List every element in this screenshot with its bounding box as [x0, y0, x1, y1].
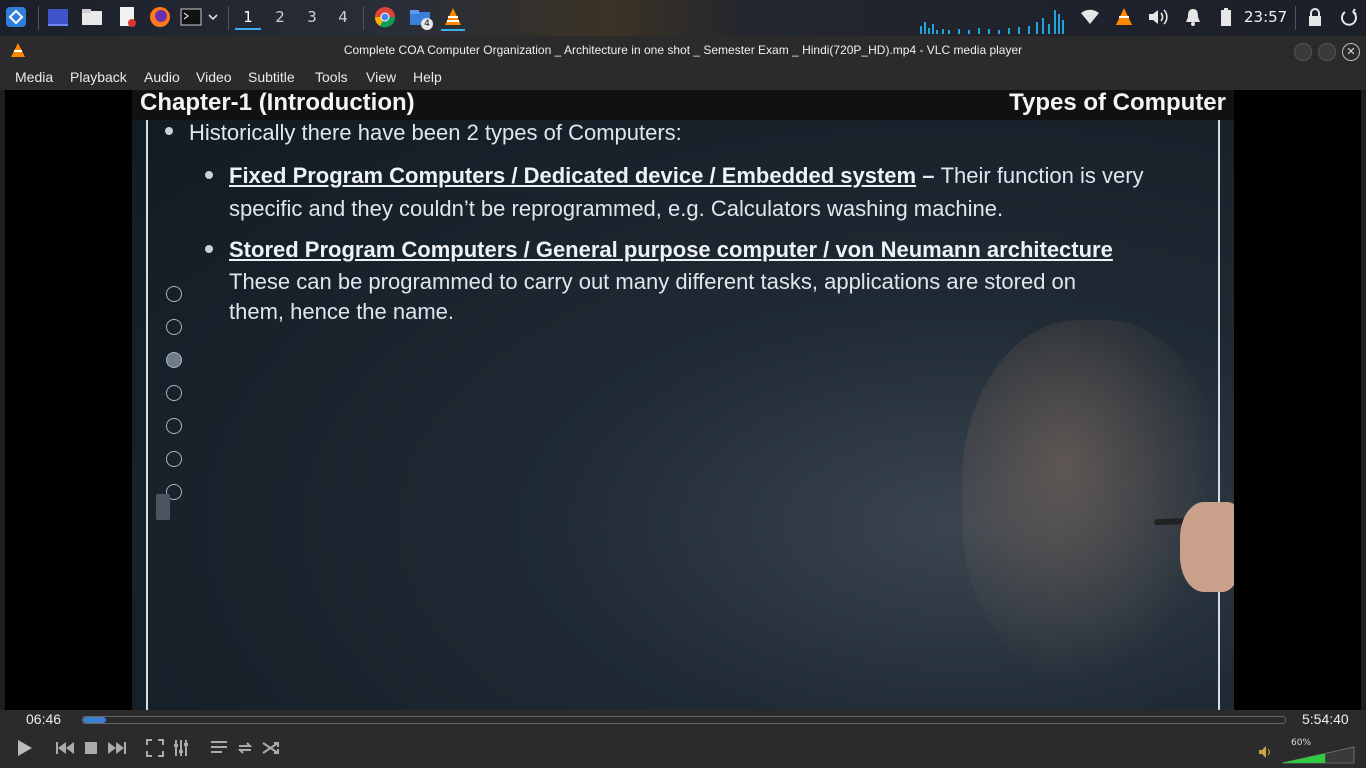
close-button[interactable]: ✕	[1342, 43, 1360, 61]
slide-item-1-text: Their function is very	[940, 163, 1144, 188]
seek-row: 06:46 5:54:40	[0, 710, 1366, 730]
elapsed-time[interactable]: 06:46	[26, 711, 61, 727]
back-tool-icon	[166, 319, 182, 335]
bell-icon[interactable]	[1181, 5, 1205, 29]
minimize-button[interactable]	[1294, 43, 1312, 61]
chevron-down-icon[interactable]	[203, 5, 223, 29]
slide-item-1-heading: Fixed Program Computers / Dedicated devi…	[229, 163, 917, 188]
slide-item-1-line-2: specific and they couldn’t be reprogramm…	[229, 196, 1004, 221]
speaker-icon[interactable]	[1258, 744, 1274, 763]
more-tool-icon	[166, 451, 182, 467]
file-manager-icon[interactable]	[80, 5, 104, 29]
next-button[interactable]	[105, 736, 129, 760]
panel-separator	[1295, 6, 1296, 30]
workspace-1[interactable]: 1	[235, 6, 261, 30]
side-drawer-handle-icon	[156, 494, 170, 520]
window-titlebar[interactable]: Complete COA Computer Organization _ Arc…	[0, 36, 1366, 66]
bullet	[205, 245, 213, 253]
vlc-tray-icon[interactable]	[1112, 5, 1136, 29]
vlc-icon[interactable]	[441, 5, 465, 31]
presenter-hand	[1180, 502, 1234, 592]
play-button[interactable]	[11, 735, 37, 761]
maximize-button[interactable]	[1318, 43, 1336, 61]
slide-item-2-line-1: These can be programmed to carry out man…	[229, 269, 1077, 294]
stop-button[interactable]	[79, 736, 103, 760]
pen-tool-icon	[166, 352, 182, 368]
play-tool-icon	[166, 286, 182, 302]
video-area[interactable]: Chapter-1 (Introduction) Types of Comput…	[5, 90, 1361, 710]
firefox-icon[interactable]	[148, 5, 172, 29]
system-panel: 1 2 3 4 4 23:57	[0, 0, 1366, 36]
previous-button[interactable]	[53, 736, 77, 760]
power-icon[interactable]	[1337, 5, 1361, 29]
shuffle-button[interactable]	[259, 736, 283, 760]
volume-slider[interactable]	[1281, 746, 1355, 764]
playlist-button[interactable]	[207, 736, 231, 760]
chrome-icon[interactable]	[373, 5, 397, 29]
battery-icon	[1214, 5, 1238, 29]
bullet	[165, 127, 173, 135]
menu-media[interactable]: Media	[15, 69, 53, 85]
window-title: Complete COA Computer Organization _ Arc…	[343, 43, 1023, 57]
slide-item-2-heading-line: Stored Program Computers / General purpo…	[229, 237, 1113, 263]
loop-button[interactable]	[233, 736, 257, 760]
total-time[interactable]: 5:54:40	[1302, 711, 1349, 727]
copy-tool-icon	[166, 385, 182, 401]
slide-item-1-line-1: Fixed Program Computers / Dedicated devi…	[229, 163, 1144, 189]
menu-audio[interactable]: Audio	[144, 69, 180, 85]
terminal-icon[interactable]	[179, 5, 203, 29]
bullet	[205, 171, 213, 179]
slide-item-2-heading: Stored Program Computers / General purpo…	[229, 237, 1113, 262]
slide-header: Chapter-1 (Introduction) Types of Comput…	[132, 90, 1234, 120]
workspace-4[interactable]: 4	[330, 6, 356, 28]
text-editor-icon[interactable]	[115, 5, 139, 29]
menu-tools[interactable]: Tools	[315, 69, 348, 85]
workspace-2[interactable]: 2	[267, 6, 293, 28]
topic-title: Types of Computer	[1009, 90, 1226, 116]
screen-border	[146, 104, 1220, 710]
extended-settings-button[interactable]	[169, 736, 193, 760]
fullscreen-button[interactable]	[143, 736, 167, 760]
clock[interactable]: 23:57	[1244, 8, 1287, 26]
video-frame: Chapter-1 (Introduction) Types of Comput…	[132, 90, 1234, 710]
menu-playback[interactable]: Playback	[70, 69, 127, 85]
panel-separator	[363, 6, 364, 30]
slide-item-2-line-2: them, hence the name.	[229, 299, 455, 324]
menu-video[interactable]: Video	[196, 69, 232, 85]
volume-icon[interactable]	[1146, 5, 1170, 29]
seek-progress	[83, 717, 106, 723]
audio-visualizer	[920, 10, 1064, 34]
chapter-title: Chapter-1 (Introduction)	[140, 90, 415, 116]
playback-controls: 60%	[0, 730, 1366, 768]
menu-subtitle[interactable]: Subtitle	[248, 69, 295, 85]
slide-item-1-dash: –	[916, 163, 941, 188]
launcher-icon[interactable]	[4, 5, 28, 29]
menu-view[interactable]: View	[366, 69, 396, 85]
notification-badge: 4	[421, 18, 433, 30]
panel-separator	[38, 6, 39, 30]
menu-help[interactable]: Help	[413, 69, 442, 85]
menu-bar: Media Playback Audio Video Subtitle Tool…	[0, 66, 1366, 90]
panel-separator	[228, 6, 229, 30]
desktop-icon[interactable]	[46, 5, 70, 29]
wifi-icon[interactable]	[1078, 5, 1102, 29]
slide-intro: Historically there have been 2 types of …	[189, 120, 682, 145]
image-tool-icon	[166, 418, 182, 434]
seek-slider[interactable]	[82, 716, 1286, 724]
workspace-3[interactable]: 3	[299, 6, 325, 28]
lock-icon[interactable]	[1303, 5, 1327, 29]
